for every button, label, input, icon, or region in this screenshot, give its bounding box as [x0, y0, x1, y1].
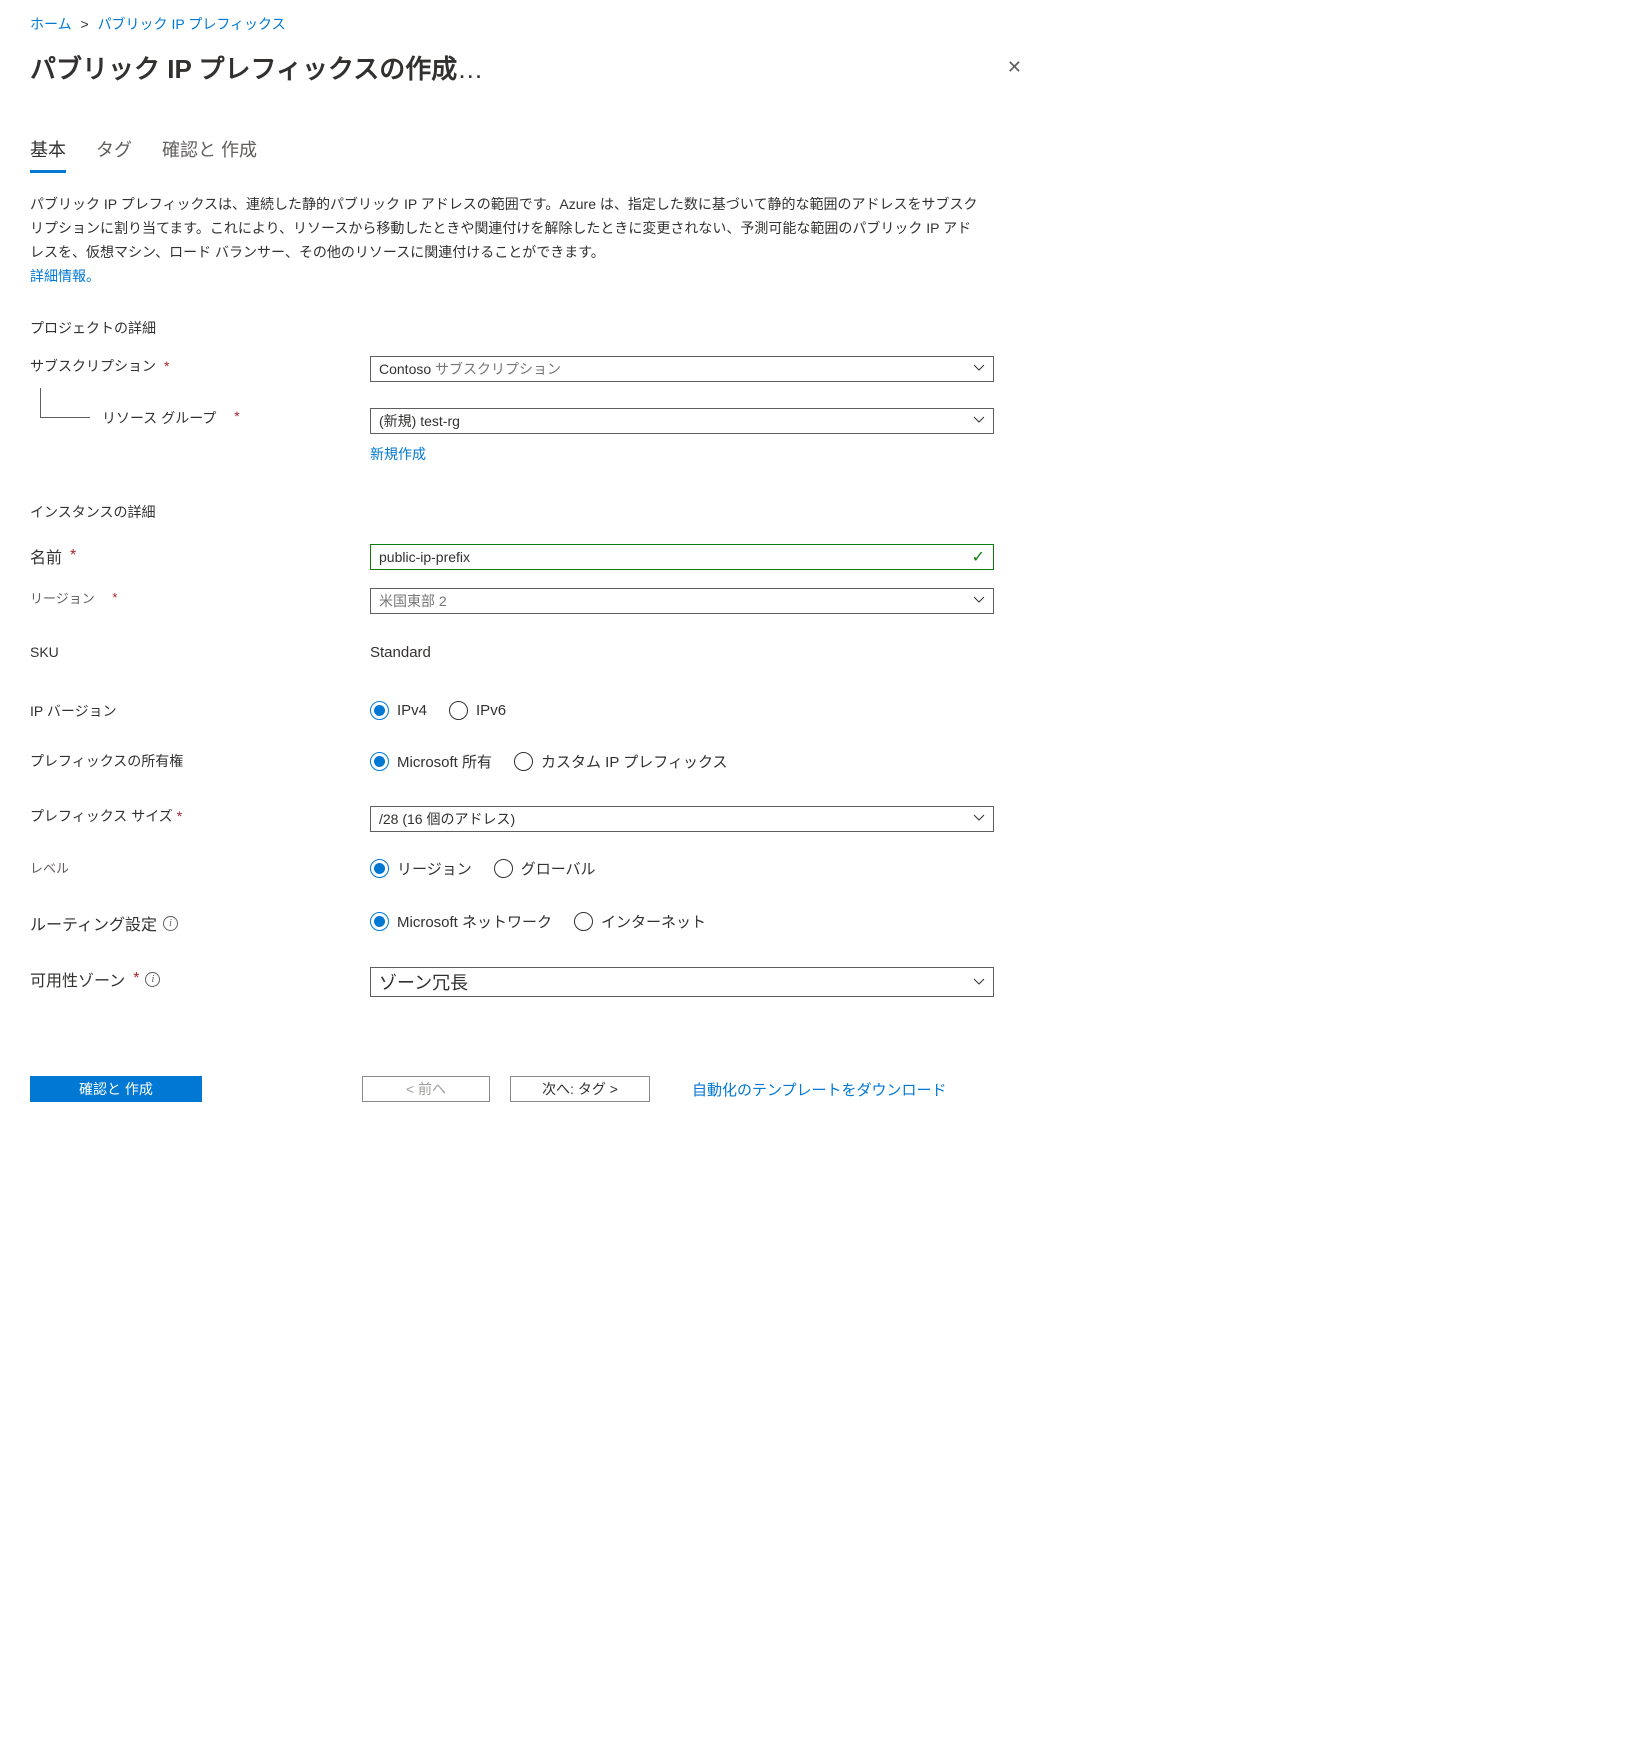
create-new-resource-group-link[interactable]: 新規作成	[370, 446, 426, 462]
subscription-dropdown[interactable]: Contoso サブスクリプション	[370, 356, 994, 382]
chevron-down-icon	[973, 361, 985, 377]
radio-microsoft-owned[interactable]: Microsoft 所有	[370, 751, 492, 772]
section-instance-details: インスタンスの詳細	[30, 502, 1040, 522]
footer-bar: 確認と 作成 < 前へ 次へ: タグ > 自動化のテンプレートをダウンロード	[30, 1076, 1020, 1102]
chevron-down-icon	[973, 811, 985, 827]
radio-ipv6[interactable]: IPv6	[449, 701, 506, 720]
label-availability-zone: 可用性ゾーン* i	[30, 967, 370, 991]
breadcrumb-home[interactable]: ホーム	[30, 16, 72, 32]
sku-value: Standard	[370, 644, 431, 661]
download-template-link[interactable]: 自動化のテンプレートをダウンロード	[692, 1079, 947, 1100]
info-icon[interactable]: i	[163, 916, 178, 931]
label-resource-group: リソース グループ *	[30, 408, 370, 428]
label-ip-version: IP バージョン	[30, 701, 370, 721]
tab-basics[interactable]: 基本	[30, 136, 66, 173]
radio-microsoft-network[interactable]: Microsoft ネットワーク	[370, 911, 552, 932]
valid-check-icon: ✓	[972, 547, 985, 567]
availability-zone-dropdown[interactable]: ゾーン冗長	[370, 967, 994, 997]
radio-global[interactable]: グローバル	[494, 858, 596, 879]
section-project-details: プロジェクトの詳細	[30, 318, 1040, 338]
name-input[interactable]: public-ip-prefix ✓	[370, 544, 994, 570]
radio-internet[interactable]: インターネット	[574, 911, 706, 932]
label-sku: SKU	[30, 644, 370, 660]
description-text: パブリック IP プレフィックスは、連続した静的パブリック IP アドレスの範囲…	[30, 193, 980, 264]
radio-custom-ip-prefix[interactable]: カスタム IP プレフィックス	[514, 751, 728, 772]
tree-connector-icon	[40, 388, 90, 418]
tab-review-create[interactable]: 確認と 作成	[162, 136, 257, 173]
label-routing-preference: ルーティング設定 i	[30, 911, 370, 935]
label-prefix-ownership: プレフィックスの所有権	[30, 751, 370, 771]
page-title: パブリック IP プレフィックスの作成…	[30, 49, 484, 86]
resource-group-dropdown[interactable]: (新規) test-rg	[370, 408, 994, 434]
close-icon[interactable]: ✕	[1007, 49, 1022, 78]
breadcrumb-current[interactable]: パブリック IP プレフィックス	[98, 16, 286, 32]
prefix-size-dropdown[interactable]: /28 (16 個のアドレス)	[370, 806, 994, 832]
label-name: 名前*	[30, 544, 370, 568]
label-level: レベル	[30, 858, 370, 877]
label-subscription: サブスクリプション*	[30, 356, 370, 376]
chevron-down-icon	[973, 972, 985, 993]
info-icon[interactable]: i	[145, 972, 160, 987]
chevron-down-icon	[973, 413, 985, 429]
breadcrumb-sep: >	[80, 16, 88, 32]
tab-tags[interactable]: タグ	[96, 136, 132, 173]
next-button[interactable]: 次へ: タグ >	[510, 1076, 650, 1102]
previous-button[interactable]: < 前へ	[362, 1076, 490, 1102]
review-create-button[interactable]: 確認と 作成	[30, 1076, 202, 1102]
label-prefix-size: プレフィックス サイズ*	[30, 806, 370, 826]
radio-ipv4[interactable]: IPv4	[370, 701, 427, 720]
region-dropdown[interactable]: 米国東部 2	[370, 588, 994, 614]
label-region: リージョン *	[30, 588, 370, 607]
radio-regional[interactable]: リージョン	[370, 858, 472, 879]
learn-more-link[interactable]: 詳細情報。	[30, 268, 100, 284]
breadcrumb: ホーム > パブリック IP プレフィックス	[30, 14, 1040, 34]
chevron-down-icon	[973, 593, 985, 609]
tab-strip: 基本 タグ 確認と 作成	[30, 136, 1040, 173]
